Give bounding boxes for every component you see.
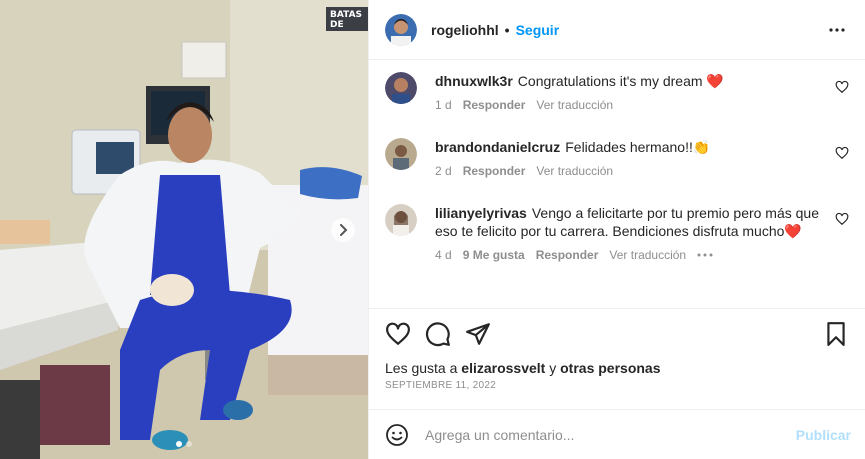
comments-list: dhnuxwlk3r Congratulations it's my dream … [369, 61, 865, 308]
reply-button[interactable]: Responder [536, 248, 599, 262]
reply-button[interactable]: Responder [463, 164, 526, 178]
commenter-username[interactable]: lilianyelyrivas [435, 205, 527, 221]
likes-others-link[interactable]: otras personas [560, 360, 660, 376]
add-comment-bar: Publicar [369, 409, 865, 459]
likes-summary: Les gusta a elizarossvelt y otras person… [369, 359, 865, 377]
carousel-dots [0, 441, 368, 447]
publish-button[interactable]: Publicar [796, 427, 851, 443]
comment-text: lilianyelyrivas Vengo a felicitarte por t… [435, 204, 823, 240]
commenter-username[interactable]: brandondanielcruz [435, 139, 560, 155]
carousel-dot [186, 441, 192, 447]
post-dialog: BATAS DE rogeliohhl • Seguir dhnuxwlk3r … [0, 0, 865, 459]
comment-bubble-icon[interactable] [425, 321, 451, 347]
photo-scene [0, 0, 368, 459]
wall-sign: BATAS DE [326, 7, 368, 31]
post-header: rogeliohhl • Seguir [369, 0, 865, 60]
translate-link[interactable]: Ver traducción [536, 98, 613, 112]
comments-panel: rogeliohhl • Seguir dhnuxwlk3r Congratula… [368, 0, 865, 459]
chevron-right-icon [340, 224, 348, 236]
separator-dot: • [504, 21, 510, 38]
like-comment-heart-icon[interactable] [835, 80, 849, 94]
comment-item: lilianyelyrivas Vengo a felicitarte por t… [385, 204, 849, 262]
like-comment-heart-icon[interactable] [835, 212, 849, 226]
save-bookmark-icon[interactable] [823, 321, 849, 347]
author-avatar[interactable] [385, 13, 417, 46]
comment-item: brandondanielcruz Felidades hermano!!👏 2 … [385, 138, 849, 178]
commenter-avatar[interactable] [385, 138, 417, 170]
share-paper-plane-icon[interactable] [465, 321, 491, 347]
comment-meta: 2 d Responder Ver traducción [435, 164, 823, 178]
comment-time[interactable]: 4 d [435, 248, 452, 262]
likes-prefix: Les gusta a [385, 360, 458, 376]
comment-meta: 4 d 9 Me gusta Responder Ver traducción [435, 248, 823, 262]
translate-link[interactable]: Ver traducción [609, 248, 686, 262]
emoji-icon[interactable] [385, 423, 409, 447]
more-dots-icon [829, 27, 845, 32]
more-options-button[interactable] [825, 18, 849, 42]
comment-input[interactable] [425, 426, 786, 443]
comment-text: dhnuxwlk3r Congratulations it's my dream … [435, 72, 823, 90]
translate-link[interactable]: Ver traducción [536, 164, 613, 178]
author-username[interactable]: rogeliohhl [431, 22, 499, 38]
action-icons [369, 309, 865, 359]
commenter-avatar[interactable] [385, 204, 417, 236]
like-comment-heart-icon[interactable] [835, 146, 849, 160]
likes-user-link[interactable]: elizarossvelt [461, 360, 545, 376]
comment-meta: 1 d Responder Ver traducción [435, 98, 823, 112]
commenter-username[interactable]: dhnuxwlk3r [435, 73, 513, 89]
comment-likes[interactable]: 9 Me gusta [463, 248, 525, 262]
like-heart-icon[interactable] [385, 321, 411, 347]
post-date[interactable]: SEPTIEMBRE 11, 2022 [369, 377, 865, 391]
likes-conj: y [549, 360, 557, 376]
comment-body: Congratulations it's my dream ❤️ [517, 73, 724, 89]
commenter-avatar[interactable] [385, 72, 417, 104]
comment-text: brandondanielcruz Felidades hermano!!👏 [435, 138, 823, 156]
comment-item: dhnuxwlk3r Congratulations it's my dream … [385, 72, 849, 112]
post-actions: Les gusta a elizarossvelt y otras person… [369, 308, 865, 391]
reply-button[interactable]: Responder [463, 98, 526, 112]
follow-button[interactable]: Seguir [516, 22, 560, 38]
post-photo[interactable]: BATAS DE [0, 0, 368, 459]
comment-body: Felidades hermano!!👏 [565, 139, 711, 155]
comment-more-icon[interactable] [697, 253, 713, 257]
carousel-dot [176, 441, 182, 447]
comment-time[interactable]: 2 d [435, 164, 452, 178]
comment-time[interactable]: 1 d [435, 98, 452, 112]
next-photo-button[interactable] [331, 218, 355, 242]
